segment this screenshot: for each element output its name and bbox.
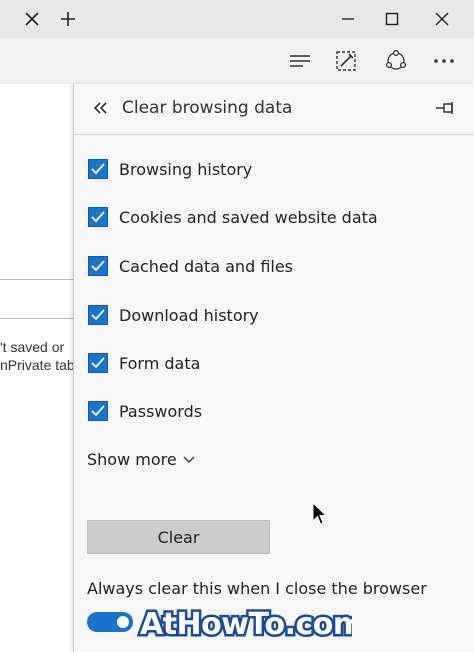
checkmark-icon <box>91 260 105 272</box>
toggle-knob <box>117 616 129 628</box>
checkbox[interactable] <box>88 305 108 325</box>
checkmark-icon <box>91 211 105 223</box>
page-search-box[interactable] <box>0 279 74 319</box>
checkbox[interactable] <box>88 401 108 421</box>
option-form-data[interactable]: Form data <box>88 348 200 378</box>
web-note-button[interactable] <box>328 42 364 80</box>
option-cached-data[interactable]: Cached data and files <box>88 251 293 281</box>
close-icon <box>435 12 449 26</box>
watermark-logo: AtHowTo.com <box>138 605 353 645</box>
share-button[interactable] <box>378 42 414 80</box>
show-more-label: Show more <box>87 450 177 469</box>
option-passwords[interactable]: Passwords <box>88 396 202 426</box>
always-clear-toggle[interactable] <box>87 612 133 632</box>
clear-browsing-data-pane: Clear browsing data Browsing history Coo… <box>73 84 474 652</box>
title-bar <box>0 0 474 38</box>
minimize-button[interactable] <box>330 0 366 38</box>
hub-button[interactable] <box>282 42 318 80</box>
web-note-icon <box>336 51 356 71</box>
close-icon <box>25 12 39 26</box>
more-icon <box>434 59 454 63</box>
svg-text:AtHowTo.com: AtHowTo.com <box>140 607 352 642</box>
show-more-link[interactable]: Show more <box>87 450 195 469</box>
checkmark-icon <box>91 163 105 175</box>
option-cookies[interactable]: Cookies and saved website data <box>88 202 378 232</box>
tab-close-button[interactable] <box>16 0 48 38</box>
new-tab-button[interactable] <box>54 0 82 38</box>
maximize-icon <box>385 12 399 26</box>
pin-icon <box>436 102 453 114</box>
checkmark-icon <box>91 309 105 321</box>
pane-title: Clear browsing data <box>122 98 293 118</box>
option-label: Download history <box>119 305 259 325</box>
maximize-button[interactable] <box>374 0 410 38</box>
plus-icon <box>61 12 75 26</box>
more-button[interactable] <box>426 42 462 80</box>
back-button[interactable] <box>88 96 112 120</box>
page-text-line: nPrivate tab <box>0 357 74 373</box>
web-page-content: 't saved or nPrivate tab <box>0 84 74 652</box>
clear-button[interactable]: Clear <box>87 520 270 554</box>
double-chevron-left-icon <box>93 102 107 114</box>
checkmark-icon <box>91 405 105 417</box>
checkbox[interactable] <box>88 256 108 276</box>
checkmark-icon <box>91 357 105 369</box>
window-close-button[interactable] <box>424 0 460 38</box>
chevron-down-icon <box>183 456 195 464</box>
hub-icon <box>290 55 310 67</box>
checkbox[interactable] <box>88 159 108 179</box>
page-text-line: 't saved or <box>0 339 65 355</box>
option-label: Form data <box>119 353 201 373</box>
option-label: Cookies and saved website data <box>119 207 378 227</box>
option-label: Passwords <box>119 401 203 421</box>
browser-toolbar <box>0 38 474 84</box>
pane-header: Clear browsing data <box>74 84 474 135</box>
option-download-history[interactable]: Download history <box>88 300 259 330</box>
minimize-icon <box>342 18 354 20</box>
mouse-pointer-icon <box>312 502 328 525</box>
option-label: Browsing history <box>119 159 253 179</box>
share-icon <box>385 49 407 70</box>
checkbox[interactable] <box>88 207 108 227</box>
pin-button[interactable] <box>432 96 460 120</box>
checkbox[interactable] <box>88 353 108 373</box>
option-browsing-history[interactable]: Browsing history <box>88 154 252 184</box>
option-label: Cached data and files <box>119 256 294 276</box>
